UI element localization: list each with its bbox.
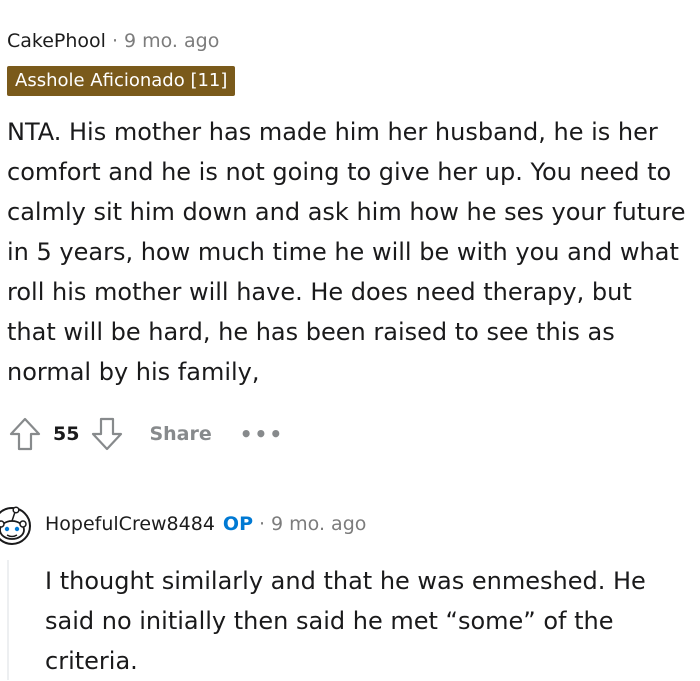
reply-body: I thought similarly and that he was enme… xyxy=(45,567,646,675)
reddit-snoo-avatar-icon[interactable] xyxy=(0,500,32,552)
thread-line[interactable] xyxy=(7,560,9,680)
more-options-button[interactable]: ••• xyxy=(240,422,284,446)
reply-meta: HopefulCrew8484 OP · 9 mo. ago xyxy=(45,513,366,535)
meta-separator: · xyxy=(259,513,266,535)
user-flair: Asshole Aficionado [11] xyxy=(7,66,236,96)
reply-username[interactable]: HopefulCrew8484 xyxy=(45,513,215,535)
comment-actions: 55 Share ••• xyxy=(7,412,284,456)
meta-separator: · xyxy=(111,30,118,52)
vote-score: 55 xyxy=(53,423,80,445)
comment-username[interactable]: CakePhool xyxy=(7,30,106,52)
share-button[interactable]: Share xyxy=(149,423,211,445)
upvote-arrow-icon[interactable] xyxy=(7,416,43,452)
op-badge: OP xyxy=(222,513,253,535)
comment-meta: CakePhool · 9 mo. ago xyxy=(7,30,219,52)
comment-timestamp[interactable]: 9 mo. ago xyxy=(124,30,219,52)
reply-timestamp[interactable]: 9 mo. ago xyxy=(271,513,366,535)
downvote-arrow-icon[interactable] xyxy=(89,416,125,452)
comment-body: NTA. His mother has made him her husband… xyxy=(7,118,686,386)
